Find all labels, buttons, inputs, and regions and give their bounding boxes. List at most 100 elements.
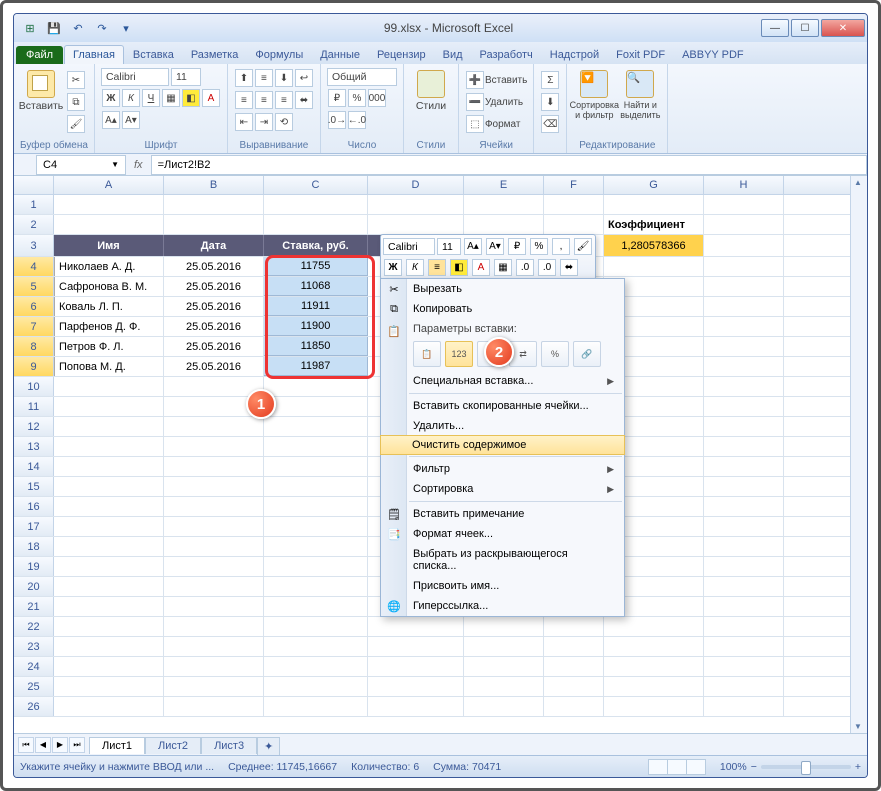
- row-header-25[interactable]: 25: [14, 677, 54, 696]
- mini-merge[interactable]: ⬌: [560, 259, 578, 276]
- cells-format-icon[interactable]: ⬚: [466, 115, 484, 133]
- fill-button[interactable]: ⬇: [541, 93, 559, 111]
- cells-delete-icon[interactable]: ➖: [466, 93, 484, 111]
- row-header-16[interactable]: 16: [14, 497, 54, 516]
- col-header-A[interactable]: A: [54, 176, 164, 194]
- tab-foxit[interactable]: Foxit PDF: [608, 46, 673, 64]
- sheet-nav-prev[interactable]: ◀: [35, 737, 51, 753]
- mini-inc-dec[interactable]: .0: [516, 259, 534, 276]
- ctx-filter[interactable]: Фильтр▶: [381, 459, 624, 479]
- row-header-26[interactable]: 26: [14, 697, 54, 716]
- sheet-tab-3[interactable]: Лист3: [201, 737, 257, 754]
- indent-inc[interactable]: ⇥: [255, 113, 273, 131]
- chevron-down-icon[interactable]: ▼: [111, 160, 119, 169]
- ctx-sort[interactable]: Сортировка▶: [381, 479, 624, 499]
- indent-dec[interactable]: ⇤: [235, 113, 253, 131]
- ctx-cut[interactable]: ✂Вырезать: [381, 279, 624, 299]
- row-header-22[interactable]: 22: [14, 617, 54, 636]
- mini-shrink[interactable]: A▾: [486, 238, 504, 255]
- tab-abbyy[interactable]: ABBYY PDF: [674, 46, 752, 64]
- font-name-select[interactable]: Calibri: [101, 68, 169, 86]
- fill-color-button[interactable]: ◧: [182, 89, 200, 107]
- cell-rate[interactable]: 11850: [264, 337, 368, 356]
- row-header-14[interactable]: 14: [14, 457, 54, 476]
- paste-opt-formatting[interactable]: %: [541, 341, 569, 367]
- cell-name[interactable]: Парфенов Д. Ф.: [54, 317, 164, 336]
- sheet-nav-next[interactable]: ▶: [52, 737, 68, 753]
- cell-date[interactable]: 25.05.2016: [164, 277, 264, 296]
- mini-border[interactable]: ▦: [494, 259, 512, 276]
- row-header-3[interactable]: 3: [14, 235, 54, 256]
- tab-developer[interactable]: Разработч: [472, 46, 541, 64]
- cell-name[interactable]: Петров Ф. Л.: [54, 337, 164, 356]
- grow-font-button[interactable]: A▴: [102, 111, 120, 129]
- mini-size[interactable]: 11: [437, 238, 461, 255]
- tab-layout[interactable]: Разметка: [183, 46, 247, 64]
- row-header-10[interactable]: 10: [14, 377, 54, 396]
- mini-fill[interactable]: ◧: [450, 259, 468, 276]
- zoom-control[interactable]: 100% − +: [720, 761, 861, 773]
- font-size-select[interactable]: 11: [171, 68, 201, 86]
- row-header-13[interactable]: 13: [14, 437, 54, 456]
- ctx-dropdown-list[interactable]: Выбрать из раскрывающегося списка...: [381, 544, 624, 576]
- cell-coef-label[interactable]: Коэффициент: [604, 215, 704, 234]
- shrink-font-button[interactable]: A▾: [122, 111, 140, 129]
- copy-icon[interactable]: ⧉: [67, 93, 85, 111]
- paste-button[interactable]: Вставить: [20, 66, 62, 134]
- align-top[interactable]: ⬆: [235, 69, 253, 87]
- select-all-corner[interactable]: [14, 176, 54, 194]
- mini-toolbar[interactable]: Calibri 11 A▴ A▾ ₽ % , 🖌 Ж К ≡ ◧ A ▦ .0 …: [380, 234, 596, 280]
- tab-home[interactable]: Главная: [64, 45, 124, 64]
- mini-comma[interactable]: ,: [552, 238, 570, 255]
- inc-decimal[interactable]: .0→: [328, 111, 346, 129]
- zoom-in-button[interactable]: +: [855, 761, 861, 773]
- align-right[interactable]: ≡: [275, 91, 293, 109]
- maximize-button[interactable]: ☐: [791, 19, 819, 37]
- ctx-copy[interactable]: ⧉Копировать: [381, 299, 624, 319]
- align-left[interactable]: ≡: [235, 91, 253, 109]
- font-color-button[interactable]: A: [202, 89, 220, 107]
- bold-button[interactable]: Ж: [102, 89, 120, 107]
- mini-bold[interactable]: Ж: [384, 259, 402, 276]
- tab-insert[interactable]: Вставка: [125, 46, 182, 64]
- paste-opt-all[interactable]: 📋: [413, 341, 441, 367]
- mini-align[interactable]: ≡: [428, 259, 446, 276]
- cell-date[interactable]: 25.05.2016: [164, 317, 264, 336]
- row-header-1[interactable]: 1: [14, 195, 54, 214]
- cells-insert-icon[interactable]: ➕: [466, 71, 484, 89]
- ctx-define-name[interactable]: Присвоить имя...: [381, 576, 624, 596]
- row-header-9[interactable]: 9: [14, 357, 54, 376]
- ctx-delete[interactable]: Удалить...: [381, 416, 624, 436]
- ctx-paste-special[interactable]: Специальная вставка...▶: [381, 371, 624, 391]
- row-header-11[interactable]: 11: [14, 397, 54, 416]
- number-format-select[interactable]: Общий: [327, 68, 397, 86]
- view-layout[interactable]: [667, 759, 687, 775]
- cell-rate[interactable]: 11068: [264, 277, 368, 296]
- ctx-clear-contents[interactable]: Очистить содержимое: [380, 435, 625, 455]
- cells-format[interactable]: Формат: [485, 119, 521, 130]
- sheet-nav-first[interactable]: ⏮: [18, 737, 34, 753]
- cell-date[interactable]: 25.05.2016: [164, 257, 264, 276]
- styles-button[interactable]: Стили: [410, 66, 452, 112]
- col-header-H[interactable]: H: [704, 176, 784, 194]
- table-header-date[interactable]: Дата: [164, 235, 264, 256]
- vertical-scrollbar[interactable]: [850, 176, 867, 733]
- name-box[interactable]: C4▼: [36, 155, 126, 175]
- row-header-8[interactable]: 8: [14, 337, 54, 356]
- autosum-button[interactable]: Σ: [541, 71, 559, 89]
- ctx-comment[interactable]: 🗒Вставить примечание: [381, 504, 624, 524]
- italic-button[interactable]: К: [122, 89, 140, 107]
- qat-more-icon[interactable]: ▾: [116, 18, 136, 38]
- table-header-rate[interactable]: Ставка, руб.: [264, 235, 368, 256]
- mini-dec-dec[interactable]: .0: [538, 259, 556, 276]
- sheet-nav-last[interactable]: ⏭: [69, 737, 85, 753]
- border-button[interactable]: ▦: [162, 89, 180, 107]
- merge-button[interactable]: ⬌: [295, 91, 313, 109]
- row-header-19[interactable]: 19: [14, 557, 54, 576]
- ctx-format-cells[interactable]: 📑Формат ячеек...: [381, 524, 624, 544]
- col-header-D[interactable]: D: [368, 176, 464, 194]
- zoom-slider[interactable]: [761, 765, 851, 769]
- cell-rate[interactable]: 11900: [264, 317, 368, 336]
- view-pagebreak[interactable]: [686, 759, 706, 775]
- mini-painter[interactable]: 🖌: [574, 238, 592, 255]
